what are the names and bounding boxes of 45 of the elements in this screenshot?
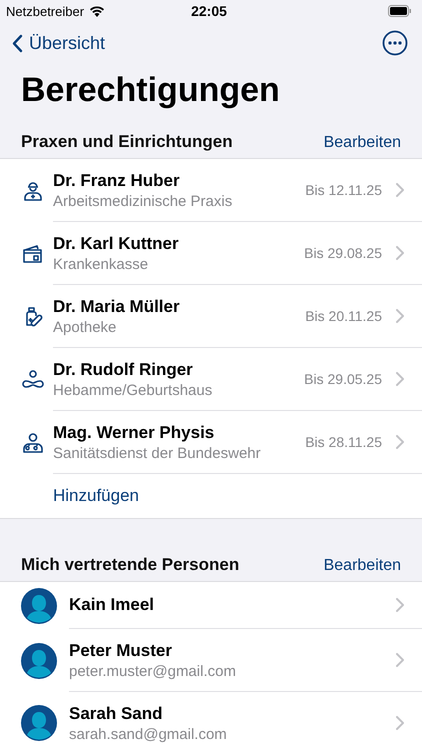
expiry-date: Bis 29.05.25 [304,371,382,387]
subtitle-text: Krankenkasse [53,256,150,272]
chevron-left-icon [12,34,23,52]
subtitle-text: Sanitätsdienst der Bundeswehr [53,444,262,462]
avatar-icon [21,705,57,741]
chevron-icon [396,372,404,386]
chevron-icon [396,653,404,667]
chevron-icon [396,716,404,730]
chevron-icon [396,435,404,449]
expiry-date: Bis 29.08.25 [304,245,382,261]
subtitle-text: Arbeitsmedizinische Praxis [53,192,234,210]
section-header: Mich vertretende Personen [21,555,240,575]
subtitle-text: Hebamme/Geburtshaus [53,382,214,398]
name-text: Dr. Maria Müller [53,296,181,316]
subtitle-text: Apotheke [53,318,118,336]
add-link[interactable]: Hinzufügen [53,474,140,518]
edit-link[interactable]: Bearbeiten [324,134,401,152]
section-header: Praxen und Einrichtungen [21,132,233,152]
chevron-icon [396,246,404,260]
name-text: Sarah Sand [69,704,164,724]
edit-link[interactable]: Bearbeiten [324,557,401,575]
name-text: Dr. Franz Huber [53,170,181,190]
name-text: Kain Imeel [69,595,156,615]
wifi-icon [89,5,106,17]
carrier-text: Netzbetreiber [6,4,84,18]
more-icon[interactable] [382,30,408,56]
expiry-date: Bis 28.11.25 [305,434,382,450]
expiry-date: Bis 20.11.25 [305,308,382,324]
name-text: Dr. Rudolf Ringer [53,360,194,380]
subtitle-text: peter.muster@gmail.com [69,662,237,680]
clock-text: 22:05 [191,3,227,19]
page-title: Berechtigungen [21,70,281,111]
name-text: Dr. Karl Kuttner [53,234,180,254]
back-button[interactable]: Übersicht [12,32,106,54]
chevron-icon [396,598,404,612]
subtitle-text: sarah.sand@gmail.com [69,726,228,742]
battery-icon [388,5,412,17]
name-text: Peter Muster [69,640,173,660]
doctor-icon [21,430,45,454]
avatar-icon [21,642,57,678]
chevron-icon [396,309,404,323]
chevron-icon [396,183,404,197]
avatar-icon [21,588,57,624]
expiry-date: Bis 12.11.25 [305,182,382,198]
name-text: Mag. Werner Physis [53,422,216,442]
